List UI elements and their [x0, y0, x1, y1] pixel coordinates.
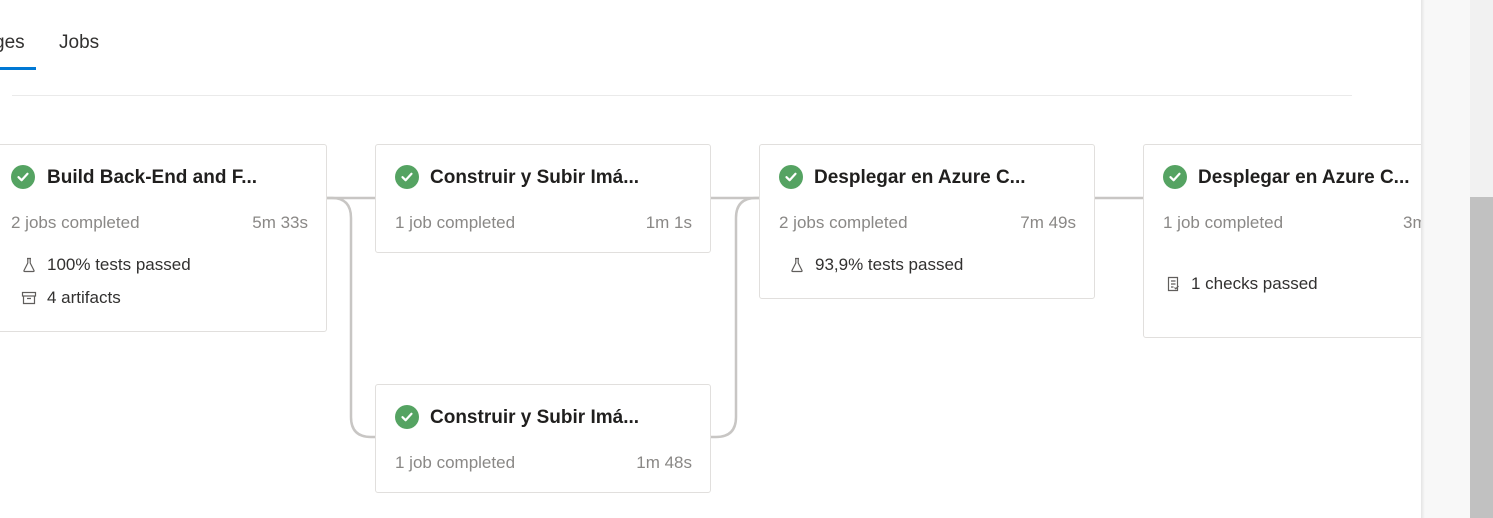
stage-checks-text: 1 checks passed: [1191, 274, 1318, 293]
stage-duration: 3m: [1403, 213, 1421, 232]
stage-title: Construir y Subir Imá...: [430, 407, 640, 428]
stage-duration: 1m 48s: [636, 453, 692, 472]
scrollbar-thumb[interactable]: [1470, 197, 1493, 518]
stage-card-construir-1[interactable]: Construir y Subir Imá... 1 job completed…: [375, 144, 711, 253]
stage-title: Desplegar en Azure C...: [814, 167, 1026, 188]
stage-card-desplegar-1[interactable]: Desplegar en Azure C... 2 jobs completed…: [759, 144, 1095, 299]
stage-title: Build Back-End and F...: [47, 167, 258, 188]
stage-jobs-status: 2 jobs completed: [779, 213, 908, 232]
stage-card-construir-2[interactable]: Construir y Subir Imá... 1 job completed…: [375, 384, 711, 493]
stage-card-build[interactable]: Build Back-End and F... 2 jobs completed…: [0, 144, 327, 332]
stage-title: Desplegar en Azure C...: [1198, 167, 1410, 188]
check-circle-icon: [1163, 165, 1187, 189]
check-circle-icon: [779, 165, 803, 189]
panel-shadow: [1421, 0, 1425, 518]
check-circle-icon: [11, 165, 35, 189]
stage-tests-row[interactable]: 100% tests passed: [21, 254, 191, 276]
stage-jobs-status: 1 job completed: [1163, 213, 1284, 232]
checklist-icon: [1165, 276, 1181, 292]
stage-tests-text: 93,9% tests passed: [815, 255, 964, 274]
stage-tests-row[interactable]: 93,9% tests passed: [789, 254, 963, 276]
stage-duration: 1m 1s: [645, 213, 692, 232]
stage-title: Construir y Subir Imá...: [430, 167, 640, 188]
check-circle-icon: [395, 405, 419, 429]
stage-duration: 5m 33s: [252, 213, 308, 232]
stage-artifacts-row[interactable]: 4 artifacts: [21, 287, 121, 309]
stage-jobs-status: 1 job completed: [395, 213, 516, 232]
beaker-icon: [789, 257, 805, 273]
pipeline-run-panel: ges Jobs Build Back-End and F... 2 jobs …: [0, 0, 1421, 518]
stage-card-desplegar-2[interactable]: Desplegar en Azure C... 1 job completed …: [1143, 144, 1421, 338]
stage-jobs-status: 2 jobs completed: [11, 213, 140, 232]
beaker-icon: [21, 257, 37, 273]
check-circle-icon: [395, 165, 419, 189]
connector-stage3-stage4: [711, 196, 760, 439]
stage-tests-text: 100% tests passed: [47, 255, 191, 274]
archive-box-icon: [21, 290, 37, 306]
stage-artifacts-text: 4 artifacts: [47, 288, 121, 307]
stage-jobs-status: 1 job completed: [395, 453, 516, 472]
connector-stage1-stage3: [327, 196, 376, 439]
stage-duration: 7m 49s: [1020, 213, 1076, 232]
stage-checks-row[interactable]: 1 checks passed: [1165, 273, 1318, 295]
